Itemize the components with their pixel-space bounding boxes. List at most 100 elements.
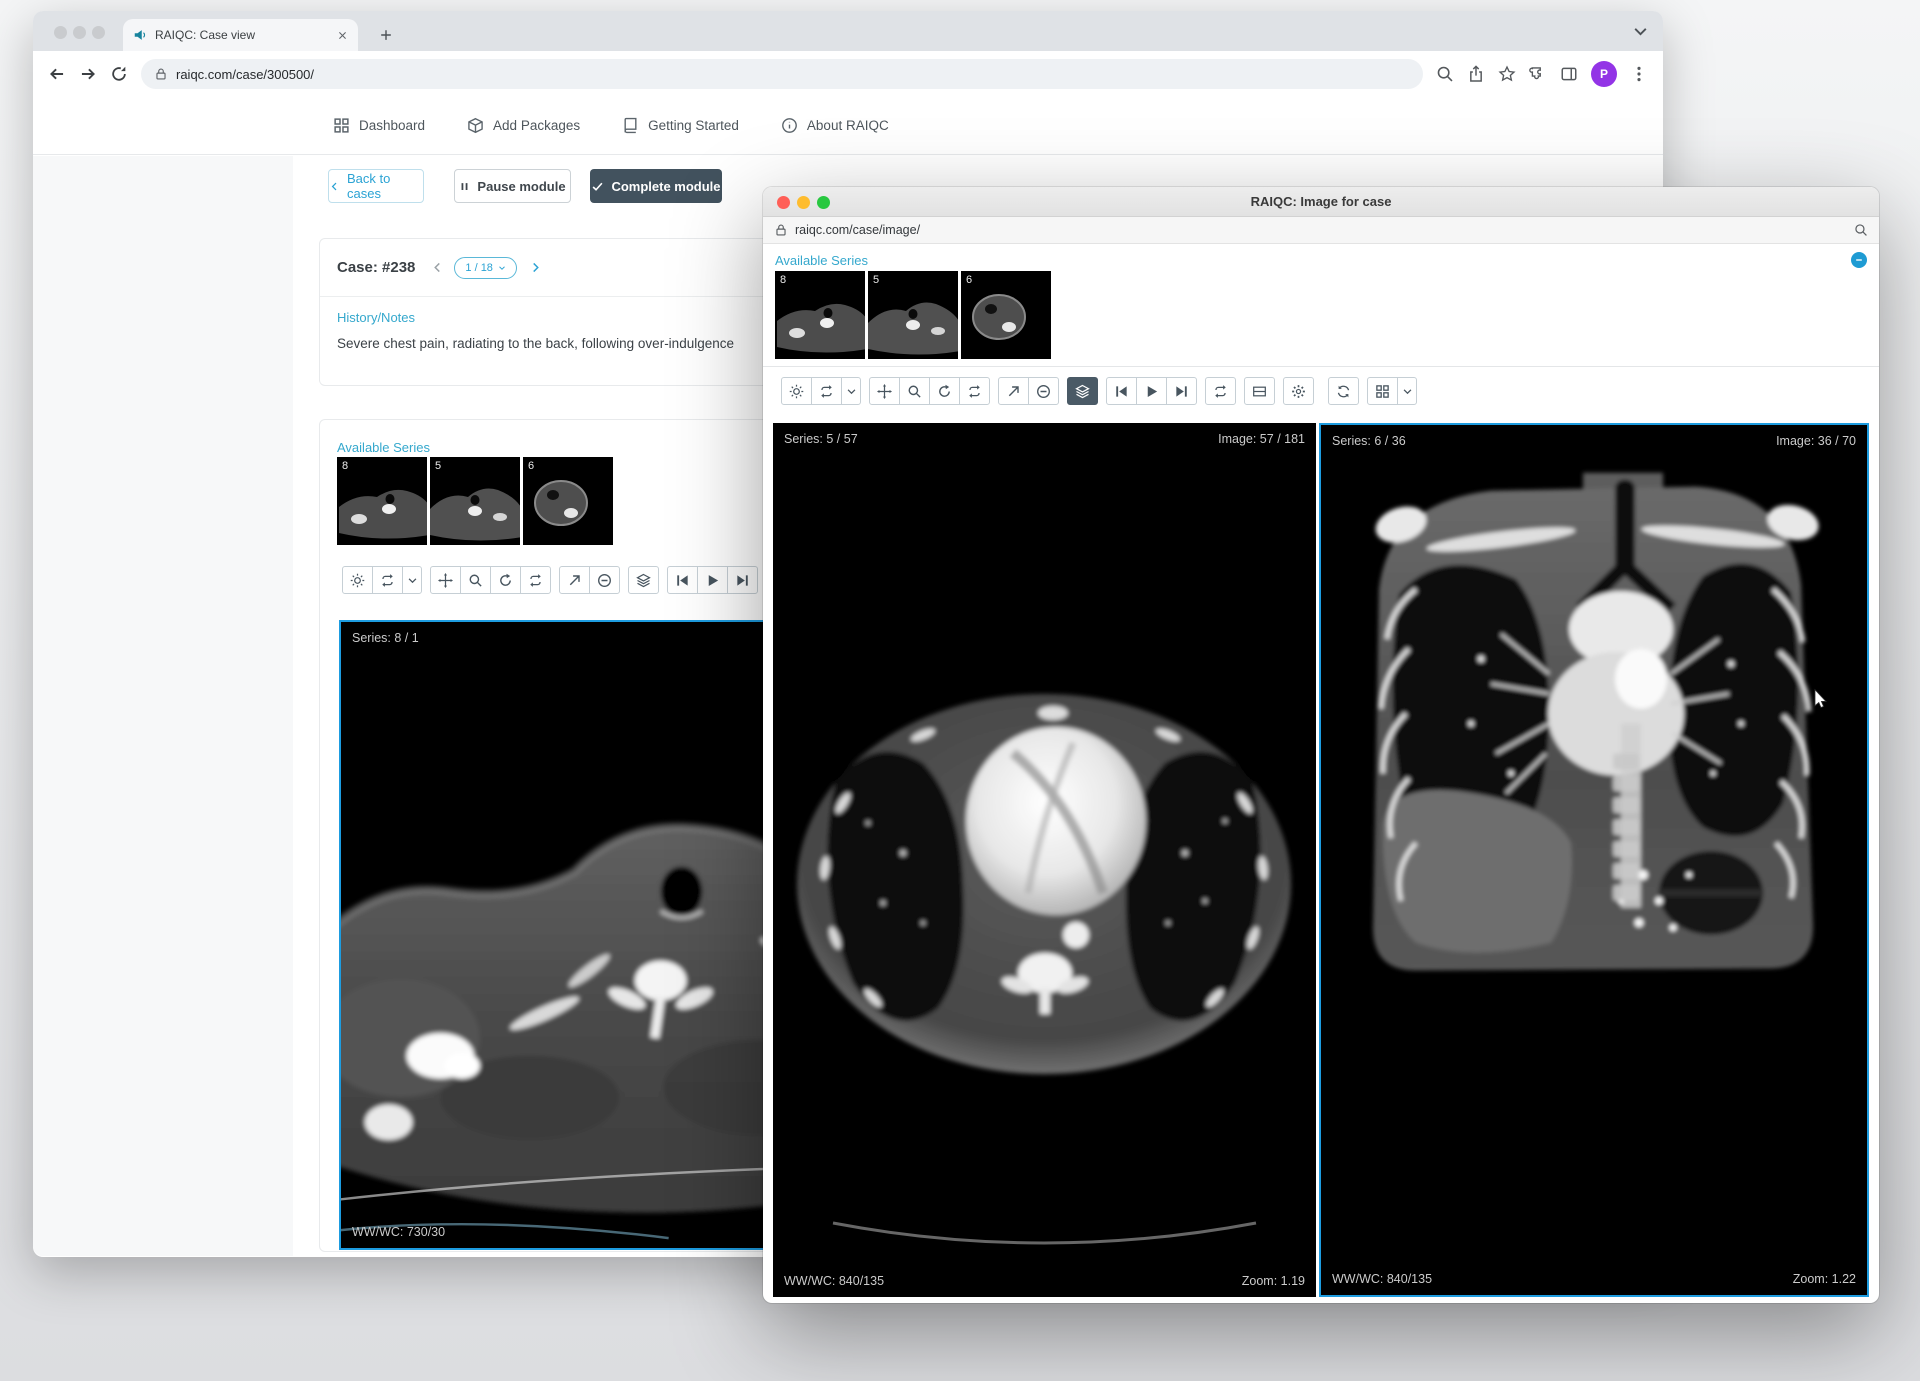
layout-split-button[interactable]: [1244, 377, 1275, 405]
zoom-tool-button[interactable]: [899, 377, 930, 405]
share-icon[interactable]: [1467, 65, 1485, 83]
new-tab-button[interactable]: [373, 22, 399, 48]
zoom-tool-button[interactable]: [460, 566, 491, 594]
series-thumbnails: 8 5 6: [775, 271, 1051, 359]
pause-module-button[interactable]: Pause module: [454, 169, 571, 203]
grid-layout-chevron[interactable]: [1397, 377, 1417, 405]
popup-search-icon[interactable]: [1854, 223, 1868, 237]
series-overlay-label: Series: 6 / 36: [1332, 434, 1406, 448]
nav-item-dashboard[interactable]: Dashboard: [333, 117, 425, 134]
repeat-tool-button[interactable]: [520, 566, 551, 594]
series-thumbnail-8[interactable]: 8: [337, 457, 427, 545]
tool-options-chevron[interactable]: [841, 377, 861, 405]
layers-button[interactable]: [628, 566, 659, 594]
nav-item-about[interactable]: About RAIQC: [781, 117, 889, 134]
back-to-cases-button[interactable]: Back to cases: [328, 169, 424, 203]
pause-icon: [459, 181, 470, 192]
series-thumbnail-6[interactable]: 6: [961, 271, 1051, 359]
remove-annotation-button[interactable]: [589, 566, 620, 594]
arrow-annotate-button[interactable]: [998, 377, 1029, 405]
minimize-window-button[interactable]: [797, 196, 810, 209]
popup-address-bar[interactable]: raiqc.com/case/image/: [763, 217, 1879, 244]
available-series-heading: Available Series: [337, 440, 430, 455]
kebab-menu-icon[interactable]: [1630, 65, 1648, 83]
brightness-tool-button[interactable]: [342, 566, 373, 594]
book-icon: [622, 117, 639, 134]
check-icon: [591, 180, 604, 193]
forward-icon[interactable]: [79, 65, 97, 83]
browser-tab[interactable]: RAIQC: Case view: [123, 19, 358, 51]
layers-button[interactable]: [1067, 377, 1098, 405]
info-icon: [781, 117, 798, 134]
series-thumbnail-5[interactable]: 5: [430, 457, 520, 545]
play-cine-button[interactable]: [1136, 377, 1167, 405]
play-cine-button[interactable]: [697, 566, 728, 594]
settings-button[interactable]: [1283, 377, 1314, 405]
zoom-overlay-label: Zoom: 1.19: [1242, 1274, 1305, 1288]
ct-axial-chest-image: [773, 423, 1316, 1297]
viewer-toolbar: [342, 566, 758, 594]
module-actions: Back to cases Pause module Complete modu…: [328, 169, 722, 203]
extensions-puzzle-icon[interactable]: [1529, 65, 1547, 83]
zoom-window-button[interactable]: [817, 196, 830, 209]
tab-close-icon[interactable]: [337, 30, 348, 41]
close-window-button[interactable]: [54, 26, 67, 39]
address-bar[interactable]: raiqc.com/case/300500/: [141, 59, 1423, 89]
refresh-button[interactable]: [1328, 377, 1359, 405]
close-window-button[interactable]: [777, 196, 790, 209]
series-thumbnail-5[interactable]: 5: [868, 271, 958, 359]
previous-case-chevron-icon[interactable]: [431, 261, 444, 274]
rotate-tool-button[interactable]: [490, 566, 521, 594]
zoom-window-button[interactable]: [92, 26, 105, 39]
tab-strip: RAIQC: Case view: [33, 11, 1663, 51]
bookmark-star-icon[interactable]: [1498, 65, 1516, 83]
last-frame-button[interactable]: [1166, 377, 1197, 405]
side-panel-icon[interactable]: [1560, 65, 1578, 83]
image-overlay-label: Image: 57 / 181: [1218, 432, 1305, 446]
tool-options-chevron[interactable]: [402, 566, 422, 594]
minimize-window-button[interactable]: [73, 26, 86, 39]
tab-list-chevron-icon[interactable]: [1632, 23, 1649, 45]
brightness-tool-button[interactable]: [781, 377, 812, 405]
search-icon[interactable]: [1436, 65, 1454, 83]
first-frame-button[interactable]: [1106, 377, 1137, 405]
zoom-overlay-label: Zoom: 1.22: [1793, 1272, 1856, 1286]
reload-icon[interactable]: [110, 65, 128, 83]
loop-button[interactable]: [1205, 377, 1236, 405]
complete-module-button[interactable]: Complete module: [590, 169, 722, 203]
collapse-series-button[interactable]: [1851, 252, 1867, 268]
repeat-tool-button[interactable]: [959, 377, 990, 405]
pan-tool-button[interactable]: [430, 566, 461, 594]
case-title: Case: #238: [337, 259, 415, 276]
back-icon[interactable]: [48, 65, 66, 83]
next-case-chevron-icon[interactable]: [529, 261, 542, 274]
series-divider: [763, 366, 1879, 367]
url-text: raiqc.com/case/300500/: [176, 67, 314, 82]
arrow-annotate-button[interactable]: [559, 566, 590, 594]
series-overlay-label: Series: 8 / 1: [352, 631, 419, 645]
image-overlay-label: Image: 36 / 70: [1776, 434, 1856, 448]
cine-loop-tool-button[interactable]: [372, 566, 403, 594]
last-frame-button[interactable]: [727, 566, 758, 594]
app-navigation: Dashboard Add Packages Getting Started A…: [33, 97, 1663, 155]
rotate-tool-button[interactable]: [929, 377, 960, 405]
pan-tool-button[interactable]: [869, 377, 900, 405]
grid-layout-button[interactable]: [1367, 377, 1398, 405]
popup-content: Available Series 8 5 6: [763, 244, 1879, 1303]
first-frame-button[interactable]: [667, 566, 698, 594]
profile-avatar[interactable]: P: [1591, 61, 1617, 87]
cine-loop-tool-button[interactable]: [811, 377, 842, 405]
image-viewport-series-5[interactable]: Series: 5 / 57 Image: 57 / 181 WW/WC: 84…: [773, 423, 1316, 1297]
image-viewport-series-6-selected[interactable]: Series: 6 / 36 Image: 36 / 70 WW/WC: 840…: [1319, 423, 1869, 1297]
series-thumbnail-8[interactable]: 8: [775, 271, 865, 359]
series-thumbnails: 8 5 6: [337, 457, 613, 545]
remove-annotation-button[interactable]: [1028, 377, 1059, 405]
case-pager-dropdown[interactable]: 1 / 18: [454, 257, 517, 279]
tab-title: RAIQC: Case view: [155, 28, 329, 42]
viewer-toolbar: [781, 377, 1417, 405]
popup-titlebar[interactable]: RAIQC: Image for case: [763, 187, 1879, 217]
nav-item-add-packages[interactable]: Add Packages: [467, 117, 580, 134]
nav-item-getting-started[interactable]: Getting Started: [622, 117, 739, 134]
wwwc-overlay-label: WW/WC: 840/135: [784, 1274, 884, 1288]
series-thumbnail-6[interactable]: 6: [523, 457, 613, 545]
